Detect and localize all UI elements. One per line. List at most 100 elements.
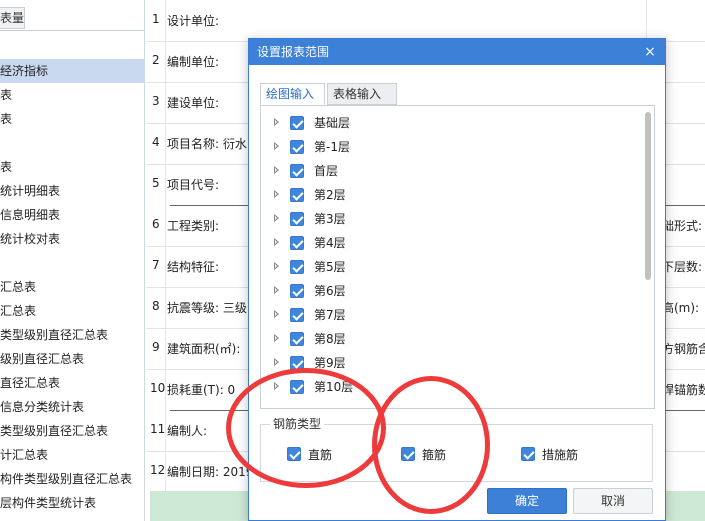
row-text: 项目代号:	[167, 178, 220, 192]
rebar-option-label: 箍筋	[422, 448, 447, 462]
report-list-item[interactable]: 直径汇总表	[0, 371, 145, 395]
expand-arrow-icon[interactable]	[274, 190, 279, 198]
checkbox-checked-icon[interactable]	[290, 236, 304, 250]
row-right-text: 焊锚筋数	[662, 383, 705, 397]
expand-arrow-icon[interactable]	[274, 262, 279, 270]
floor-tree-item[interactable]: 第4层	[261, 231, 641, 255]
floor-tree-item[interactable]: 基础层	[261, 111, 641, 135]
report-list-item[interactable]: 经济指标	[0, 59, 145, 83]
row-number: 7	[152, 258, 160, 272]
expand-arrow-icon[interactable]	[274, 286, 279, 294]
report-list-item[interactable]: 信息分类统计表	[0, 395, 145, 419]
row-text: 建设单位:	[167, 96, 220, 110]
tab-drawing-input[interactable]: 绘图输入	[260, 83, 325, 105]
scrollbar-thumb[interactable]	[645, 112, 651, 280]
row-text: 结构特征:	[167, 260, 220, 274]
floor-tree-item[interactable]: 第8层	[261, 327, 641, 351]
row-text: 工程类别:	[167, 219, 220, 233]
report-list-item[interactable]: 类型级别直径汇总表	[0, 323, 145, 347]
row-number: 2	[152, 53, 160, 67]
floor-label: 第7层	[314, 308, 346, 322]
checkbox-checked-icon[interactable]	[290, 356, 304, 370]
row-right-text: 方钢筋含	[662, 342, 705, 356]
floor-label: 第-1层	[314, 140, 350, 154]
report-list-item[interactable]	[0, 251, 145, 275]
ok-button[interactable]: 确定	[487, 488, 567, 514]
report-list-item[interactable]: 表	[0, 107, 145, 131]
report-list-item[interactable]: 统计明细表	[0, 179, 145, 203]
tab-table-input[interactable]: 表格输入	[327, 83, 397, 105]
floor-label: 第5层	[314, 260, 346, 274]
checkbox-checked-icon[interactable]	[290, 284, 304, 298]
report-list-item[interactable]: 计汇总表	[0, 443, 145, 467]
checkbox-checked-icon[interactable]	[401, 447, 415, 461]
checkbox-checked-icon[interactable]	[290, 140, 304, 154]
row-right-text: 下层数:	[662, 260, 703, 274]
floor-tree-item[interactable]: 首层	[261, 159, 641, 183]
row-right-text: 高(m):	[662, 301, 700, 315]
left-panel-tab[interactable]: 表量	[0, 7, 25, 29]
row-number: 11	[150, 422, 166, 436]
report-list-item[interactable]: 信息明细表	[0, 203, 145, 227]
floor-tree-item[interactable]: 第9层	[261, 351, 641, 375]
floor-label: 第2层	[314, 188, 346, 202]
expand-arrow-icon[interactable]	[274, 214, 279, 222]
report-list-item[interactable]: 汇总表	[0, 299, 145, 323]
checkbox-checked-icon[interactable]	[290, 188, 304, 202]
floor-label: 第3层	[314, 212, 346, 226]
floor-tree-item[interactable]: 第6层	[261, 279, 641, 303]
expand-arrow-icon[interactable]	[274, 334, 279, 342]
report-list: 经济指标 表 表 表 统计明细表 信息明细表 统计校对表 汇总表 汇总表 类型级…	[0, 59, 145, 515]
report-list-item[interactable]: 类型级别直径汇总表	[0, 419, 145, 443]
checkbox-checked-icon[interactable]	[290, 116, 304, 130]
floor-tree-item[interactable]: 第-1层	[261, 135, 641, 159]
expand-arrow-icon[interactable]	[274, 238, 279, 246]
checkbox-checked-icon[interactable]	[290, 380, 304, 394]
expand-arrow-icon[interactable]	[274, 166, 279, 174]
floor-tree-scrollbar[interactable]	[645, 110, 652, 406]
floor-tree-item[interactable]: 第2层	[261, 183, 641, 207]
report-list-item[interactable]: 层构件类型统计表	[0, 491, 145, 515]
report-list-item[interactable]: 统计校对表	[0, 227, 145, 251]
checkbox-checked-icon[interactable]	[290, 308, 304, 322]
row-number: 3	[152, 94, 160, 108]
expand-arrow-icon[interactable]	[274, 382, 279, 390]
floor-tree-item[interactable]: 第3层	[261, 207, 641, 231]
checkbox-checked-icon[interactable]	[290, 212, 304, 226]
rebar-option-label: 措施筋	[542, 448, 579, 462]
rebar-option-label: 直筋	[308, 448, 333, 462]
expand-arrow-icon[interactable]	[274, 310, 279, 318]
floor-tree-item[interactable]: 第7层	[261, 303, 641, 327]
dialog-title: 设置报表范围	[257, 45, 330, 59]
checkbox-checked-icon[interactable]	[290, 164, 304, 178]
floor-label: 第9层	[314, 356, 346, 370]
expand-arrow-icon[interactable]	[274, 118, 279, 126]
rebar-type-group: 钢筋类型 直筋 箍筋 措施筋	[260, 417, 653, 482]
row-text: 设计单位:	[167, 14, 220, 28]
report-list-panel: 表量 经济指标 表 表 表 统计明细表 信息明细表 统计校对表 汇总表 汇总表 …	[0, 0, 145, 521]
report-list-item[interactable]: 构件类型级别直径汇总表	[0, 467, 145, 491]
floor-tree: 基础层 第-1层 首层 第2层 第3层 第4层 第5层 第6层 第7层 第8层 …	[261, 111, 641, 399]
report-list-item[interactable]: 表	[0, 155, 145, 179]
floor-label: 第6层	[314, 284, 346, 298]
checkbox-checked-icon[interactable]	[521, 447, 535, 461]
expand-arrow-icon[interactable]	[274, 358, 279, 366]
row-number: 1	[152, 12, 160, 26]
report-list-item[interactable]	[0, 131, 145, 155]
report-list-item[interactable]: 表	[0, 83, 145, 107]
checkbox-checked-icon[interactable]	[287, 447, 301, 461]
close-icon[interactable]: ×	[643, 39, 657, 65]
floor-label: 基础层	[314, 116, 351, 130]
report-list-item[interactable]: 汇总表	[0, 275, 145, 299]
cancel-button[interactable]: 取消	[573, 488, 653, 514]
expand-arrow-icon[interactable]	[274, 142, 279, 150]
floor-tree-item[interactable]: 第10层	[261, 375, 641, 399]
report-list-item[interactable]: 级别直径汇总表	[0, 347, 145, 371]
dialog-titlebar[interactable]: 设置报表范围 ×	[249, 39, 665, 65]
checkbox-checked-icon[interactable]	[290, 260, 304, 274]
row-text: 项目名称: 衍水	[167, 137, 247, 151]
row-number: 8	[152, 299, 160, 313]
checkbox-checked-icon[interactable]	[290, 332, 304, 346]
rebar-type-group-title: 钢筋类型	[270, 417, 325, 431]
floor-tree-item[interactable]: 第5层	[261, 255, 641, 279]
